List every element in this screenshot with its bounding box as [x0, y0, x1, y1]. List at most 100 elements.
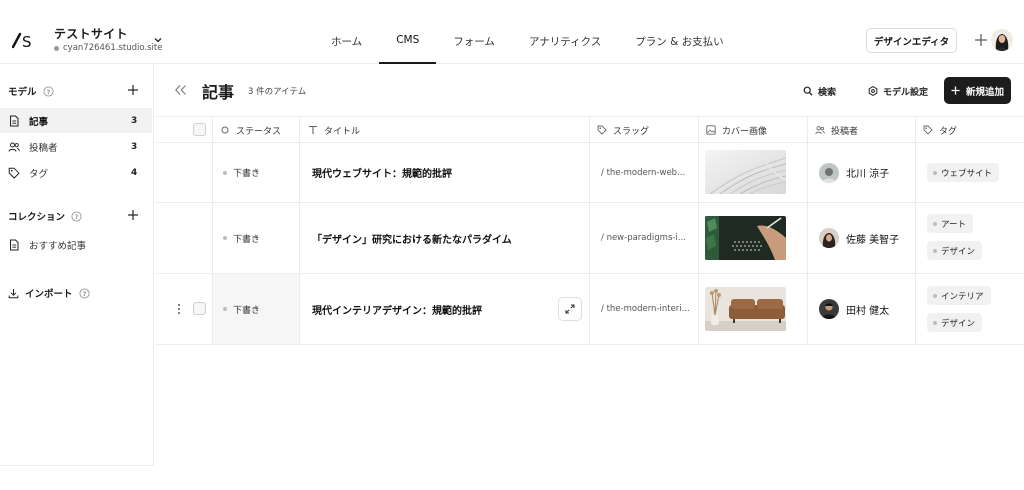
- invite-plus-icon[interactable]: [972, 31, 990, 49]
- tag-chip[interactable]: デザイン: [927, 313, 983, 332]
- add-new-label: 新規追加: [965, 86, 1004, 98]
- collapse-sidebar-icon[interactable]: [174, 84, 188, 96]
- column-header-cover[interactable]: カバー画像: [698, 117, 767, 143]
- column-header-author[interactable]: 投稿者: [807, 117, 858, 143]
- title-cell[interactable]: 現代インテリアデザイン：規範的批評: [312, 274, 482, 344]
- table-row[interactable]: 下書き 現代ウェブサイト：規範的批評 / the-modern-web... 北…: [155, 143, 1024, 203]
- tag-chip[interactable]: インテリア: [927, 286, 991, 305]
- column-header-tags[interactable]: タグ: [915, 117, 957, 143]
- column-header-title[interactable]: タイトル: [300, 117, 360, 143]
- column-label: 投稿者: [831, 126, 859, 137]
- add-collection-icon[interactable]: [126, 208, 140, 222]
- tag-label: インテリア: [941, 291, 984, 302]
- top-bar: S テストサイト cyan726461.studio.site ホーム CMS …: [0, 0, 1024, 64]
- site-name[interactable]: テストサイト: [54, 25, 128, 42]
- author-avatar: [819, 162, 839, 183]
- tag-icon: [597, 125, 607, 135]
- model-settings-label: モデル設定: [883, 87, 929, 98]
- main-nav: ホーム CMS フォーム アナリティクス プラン & お支払い: [314, 27, 741, 64]
- title-cell[interactable]: 「デザイン」研究における新たなパラダイム: [312, 203, 512, 273]
- column-label: タグ: [939, 126, 958, 137]
- status-text: 下書き: [233, 234, 261, 245]
- import-label: インポート: [25, 289, 73, 300]
- users-icon: [815, 126, 825, 135]
- tab-forms[interactable]: フォーム: [436, 27, 512, 64]
- site-status-dot: [54, 45, 59, 51]
- add-model-icon[interactable]: [126, 83, 140, 97]
- sidebar-item-articles[interactable]: 記事 3: [0, 108, 152, 133]
- author-cell[interactable]: 北川 涼子: [819, 143, 889, 202]
- tag-dot: [933, 170, 937, 175]
- model-settings-button[interactable]: モデル設定: [868, 80, 928, 102]
- tag-dot: [933, 293, 937, 298]
- slug-cell[interactable]: / the-modern-interi...: [601, 274, 690, 344]
- status-text: 下書き: [233, 169, 261, 179]
- row-menu-icon[interactable]: [177, 303, 181, 315]
- table-row[interactable]: 下書き 現代インテリアデザイン：規範的批評 / the-modern-inter…: [155, 274, 1024, 345]
- tag-dot: [933, 320, 937, 325]
- item-count: 3 件のアイテム: [248, 87, 307, 97]
- sidebar-item-label: タグ: [29, 168, 49, 180]
- select-all-checkbox[interactable]: [193, 123, 206, 136]
- tab-plan-billing[interactable]: プラン & お支払い: [618, 27, 740, 64]
- tag-chip[interactable]: ウェブサイト: [927, 163, 1000, 182]
- tag-dot: [933, 221, 937, 226]
- collections-title: コレクション: [8, 212, 66, 223]
- status-cell: 下書き: [223, 143, 260, 202]
- tag-label: ウェブサイト: [941, 168, 993, 179]
- tab-home[interactable]: ホーム: [314, 27, 379, 64]
- import-button[interactable]: インポート ?: [8, 286, 90, 300]
- search-label: 検索: [818, 87, 837, 98]
- author-cell[interactable]: 田村 健太: [819, 274, 889, 344]
- plus-icon: [951, 86, 960, 95]
- add-new-button[interactable]: 新規追加: [944, 77, 1011, 104]
- models-title: モデル: [8, 87, 37, 98]
- tag-chip[interactable]: デザイン: [927, 241, 983, 260]
- sidebar-item-authors[interactable]: 投稿者 3: [0, 134, 152, 159]
- cover-image-thumbnail[interactable]: [705, 150, 786, 194]
- text-icon: [309, 125, 317, 134]
- open-item-button[interactable]: [558, 297, 582, 321]
- status-circle-icon: [221, 126, 229, 134]
- row-checkbox[interactable]: [193, 302, 206, 315]
- cover-image-thumbnail[interactable]: [705, 287, 786, 331]
- sidebar-item-featured-articles[interactable]: おすすめ記事: [0, 232, 152, 257]
- tag-chip[interactable]: アート: [927, 214, 973, 233]
- help-circle-icon[interactable]: ?: [42, 85, 54, 97]
- site-url-row[interactable]: cyan726461.studio.site: [54, 43, 162, 53]
- svg-text:?: ?: [75, 213, 79, 221]
- gear-icon: [868, 86, 878, 96]
- tab-analytics[interactable]: アナリティクス: [512, 27, 618, 64]
- column-label: ステータス: [236, 126, 282, 137]
- status-dot: [223, 170, 227, 175]
- collections-section-header: コレクション ?: [8, 209, 82, 223]
- search-button[interactable]: 検索: [803, 80, 836, 102]
- sidebar-item-tags[interactable]: タグ 4: [0, 160, 152, 185]
- cover-image-thumbnail[interactable]: [705, 216, 786, 260]
- document-icon: [10, 239, 19, 250]
- slug-cell[interactable]: / new-paradigms-i...: [601, 203, 686, 273]
- tab-cms[interactable]: CMS: [379, 27, 437, 64]
- help-circle-icon[interactable]: ?: [71, 210, 82, 222]
- title-cell[interactable]: 現代ウェブサイト：規範的批評: [312, 143, 452, 202]
- table-row[interactable]: 下書き 「デザイン」研究における新たなパラダイム / new-paradigms…: [155, 203, 1024, 274]
- sidebar: モデル ? 記事 3 投稿者 3 タグ 4 コレクション ? おすすめ記事 イン…: [0, 65, 154, 466]
- slug-cell[interactable]: / the-modern-web...: [601, 143, 685, 202]
- chevron-down-icon[interactable]: [154, 36, 162, 44]
- models-section-header: モデル ?: [8, 84, 54, 98]
- sidebar-item-count: 4: [131, 167, 138, 178]
- document-icon: [10, 115, 19, 126]
- design-editor-button[interactable]: デザインエディタ: [866, 28, 957, 53]
- help-circle-icon[interactable]: ?: [78, 287, 90, 299]
- user-avatar[interactable]: [991, 29, 1013, 51]
- status-dot: [223, 236, 227, 240]
- users-icon: [8, 142, 20, 152]
- status-text: 下書き: [233, 305, 261, 316]
- status-cell: 下書き: [223, 203, 260, 273]
- author-cell[interactable]: 佐藤 美智子: [819, 203, 899, 273]
- column-header-slug[interactable]: スラッグ: [589, 117, 649, 143]
- column-header-status[interactable]: ステータス: [212, 117, 281, 143]
- sidebar-item-label: 記事: [29, 116, 49, 128]
- status-cell: 下書き: [223, 274, 260, 344]
- studio-logo-icon[interactable]: S: [12, 29, 38, 51]
